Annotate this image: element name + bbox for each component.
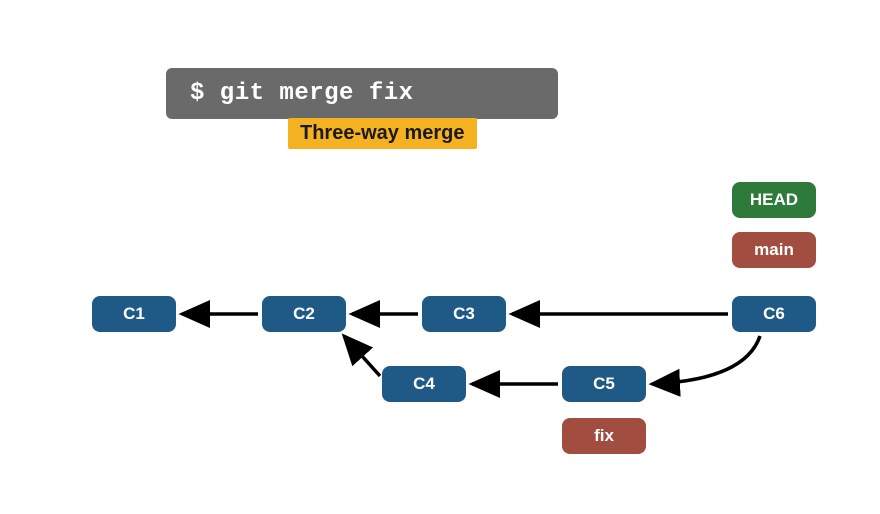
arrow-c6-c5 xyxy=(652,336,760,384)
commit-c3: C3 xyxy=(422,296,506,332)
arrow-c4-c2 xyxy=(344,336,380,376)
commit-c5: C5 xyxy=(562,366,646,402)
branch-main: main xyxy=(732,232,816,268)
commit-c1: C1 xyxy=(92,296,176,332)
terminal-command: $ git merge fix xyxy=(166,68,558,119)
ref-head: HEAD xyxy=(732,182,816,218)
commit-c2: C2 xyxy=(262,296,346,332)
merge-type-label: Three-way merge xyxy=(288,118,477,149)
commit-c6: C6 xyxy=(732,296,816,332)
branch-fix: fix xyxy=(562,418,646,454)
commit-c4: C4 xyxy=(382,366,466,402)
